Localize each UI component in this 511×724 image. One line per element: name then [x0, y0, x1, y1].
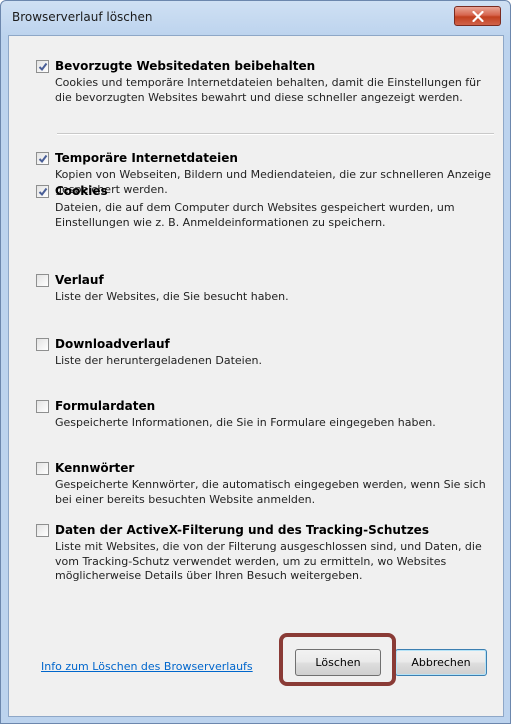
checkmark-icon: [38, 187, 48, 197]
checkbox-form-data[interactable]: [36, 400, 49, 413]
option-description: Liste der Websites, die Sie besucht habe…: [55, 290, 289, 303]
option-description: Cookies und temporäre Internetdateien be…: [55, 76, 481, 104]
option-title: Downloadverlauf: [55, 337, 170, 351]
checkbox-cookies[interactable]: [36, 185, 49, 198]
checkbox-passwords[interactable]: [36, 462, 49, 475]
option-title: Kennwörter: [55, 461, 135, 475]
highlight-frame: [279, 633, 396, 686]
option-title: Formulardaten: [55, 399, 156, 413]
checkbox-temp-files[interactable]: [36, 152, 49, 165]
close-icon: [471, 10, 484, 22]
option-title: Verlauf: [55, 273, 104, 287]
option-title: Temporäre Internetdateien: [55, 151, 238, 165]
cancel-button[interactable]: Abbrechen: [395, 649, 487, 676]
dialog-window: Browserverlauf löschen Bevorzugte Websit…: [0, 0, 511, 724]
checkmark-icon: [38, 154, 48, 164]
option-title: Daten der ActiveX-Filterung und des Trac…: [55, 523, 429, 537]
info-link[interactable]: Info zum Löschen des Browserverlaufs: [41, 660, 253, 673]
option-description: Kopien von Webseiten, Bildern und Medien…: [55, 168, 492, 196]
checkbox-history[interactable]: [36, 274, 49, 287]
dialog-content: Bevorzugte Websitedaten beibehalten Cook…: [8, 35, 504, 717]
checkbox-download-history[interactable]: [36, 338, 49, 351]
option-title: Bevorzugte Websitedaten beibehalten: [55, 59, 316, 73]
option-description: Gespeicherte Informationen, die Sie in F…: [55, 416, 436, 429]
close-button[interactable]: [454, 6, 501, 26]
checkmark-icon: [38, 62, 48, 72]
option-description: Dateien, die auf dem Computer durch Webs…: [55, 201, 455, 229]
option-title: Cookies: [55, 184, 108, 198]
separator: [57, 133, 494, 135]
option-description: Liste mit Websites, die von der Filterun…: [55, 540, 482, 582]
option-description: Liste der heruntergeladenen Dateien.: [55, 354, 262, 367]
checkbox-activex-tracking[interactable]: [36, 524, 49, 537]
window-title: Browserverlauf löschen: [12, 10, 153, 24]
option-description: Gespeicherte Kennwörter, die automatisch…: [55, 478, 486, 506]
checkbox-keep-favorites[interactable]: [36, 60, 49, 73]
title-bar[interactable]: Browserverlauf löschen: [1, 1, 510, 35]
